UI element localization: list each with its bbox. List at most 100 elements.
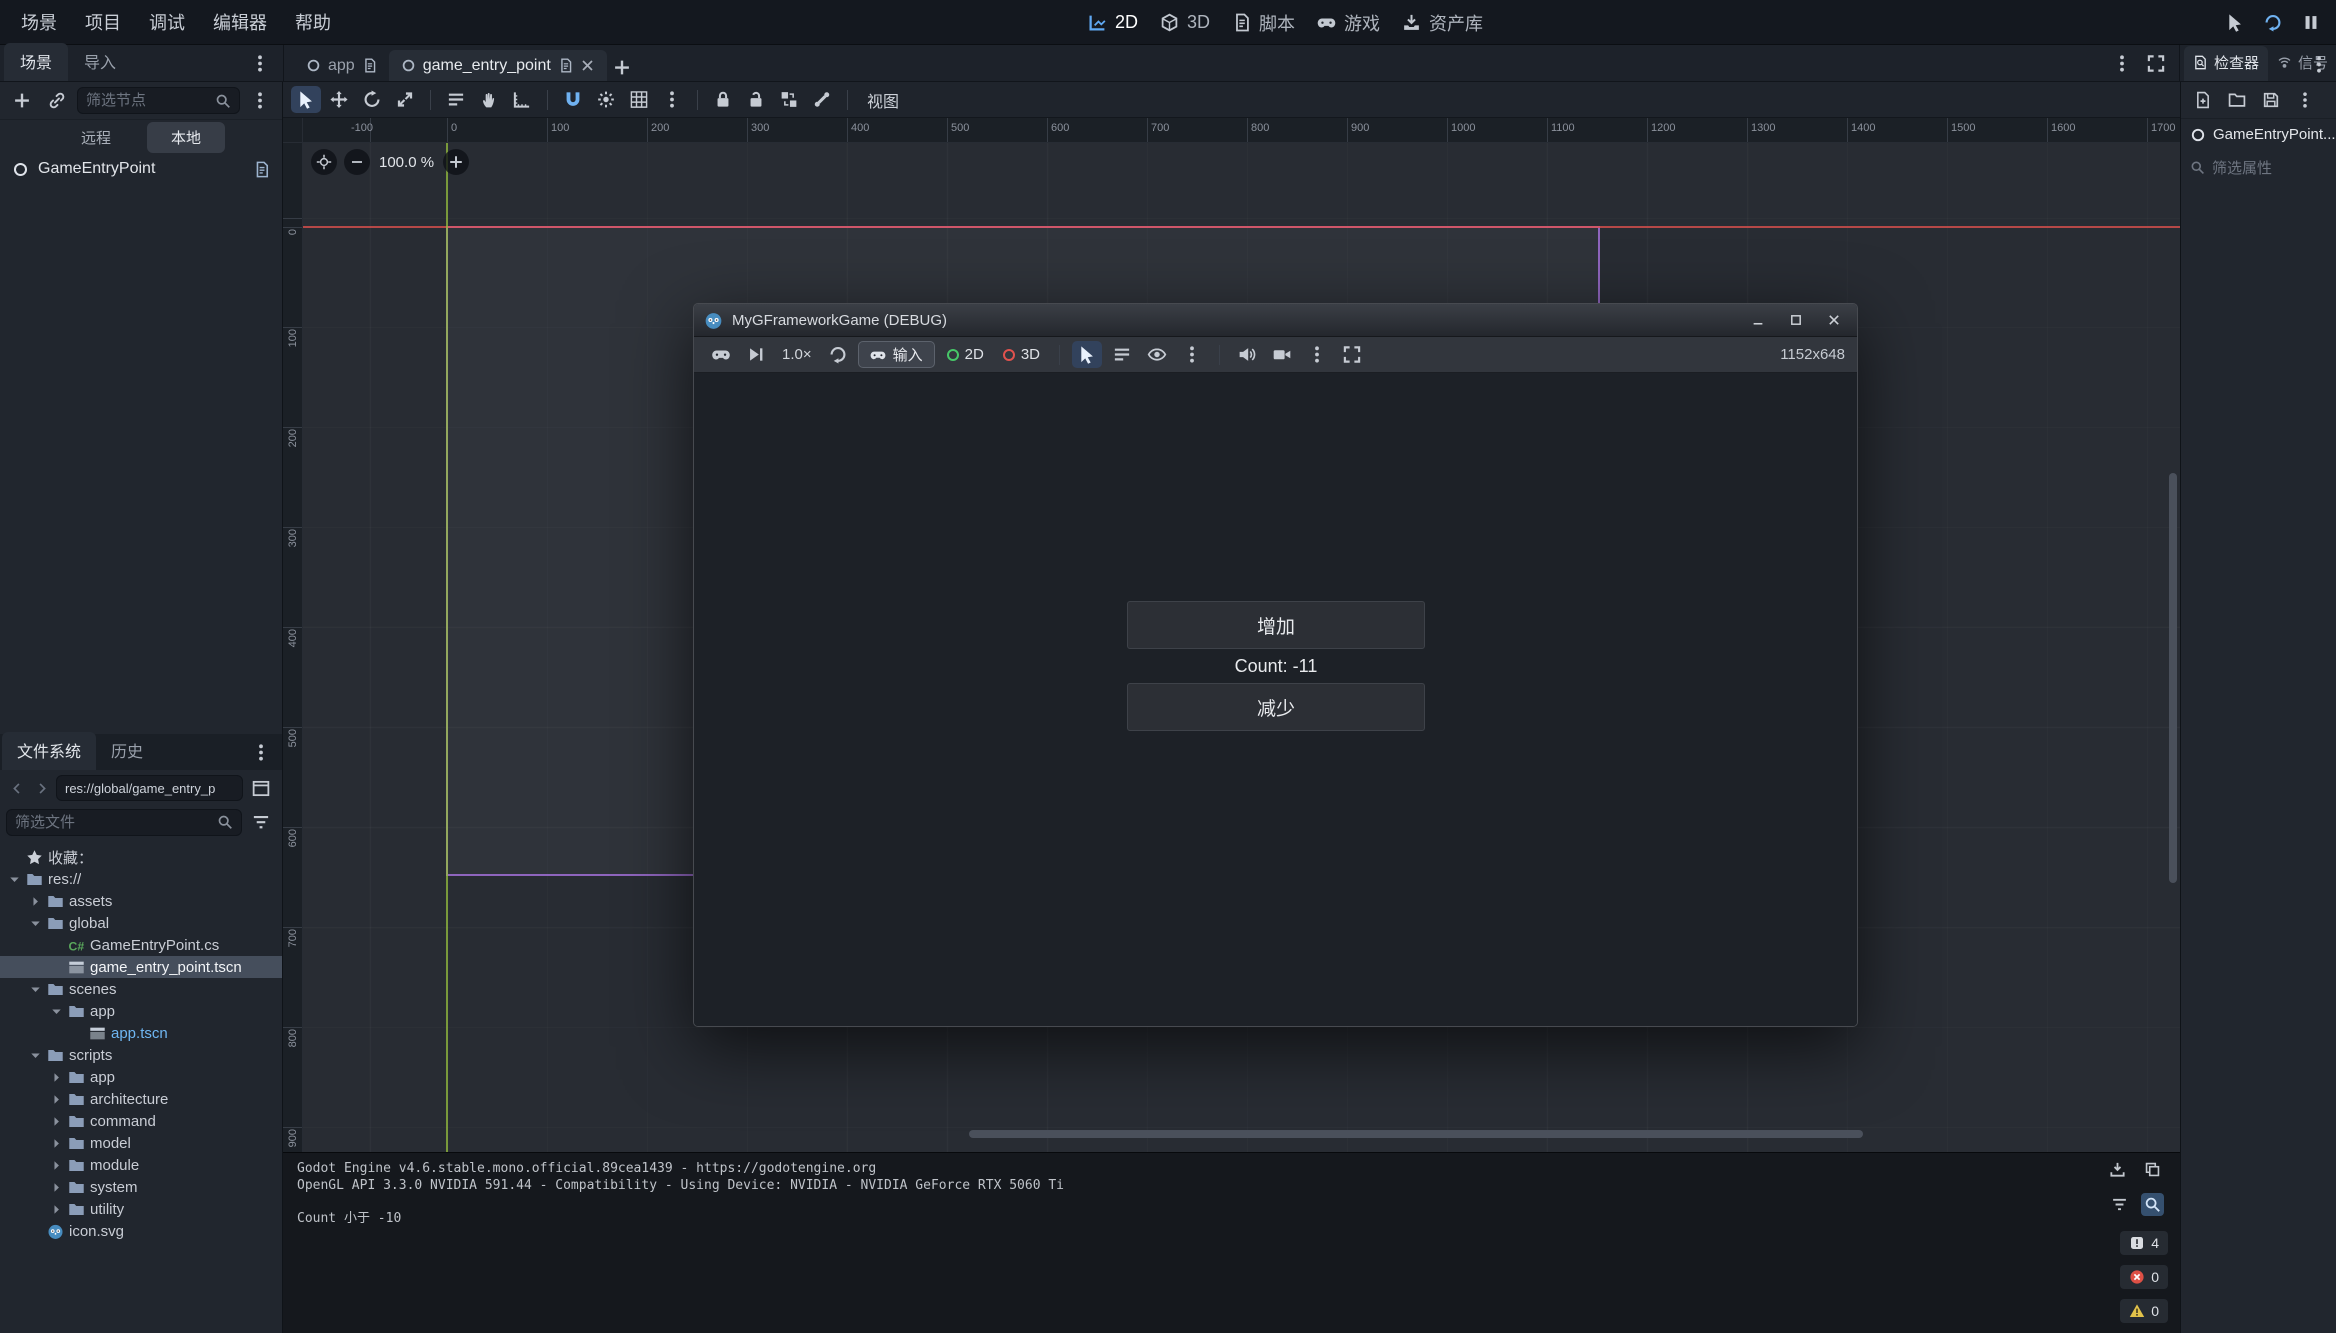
mode_3d-radio[interactable]: 3D bbox=[996, 346, 1047, 363]
zoom-in-button[interactable] bbox=[443, 149, 469, 175]
scene-tree-node[interactable]: GameEntryPoint bbox=[0, 154, 282, 184]
file-tree-item[interactable]: app bbox=[0, 1000, 282, 1022]
gear-button[interactable] bbox=[591, 86, 621, 113]
minimize-button[interactable] bbox=[1745, 309, 1771, 331]
chevron-down-icon[interactable] bbox=[50, 1005, 63, 1018]
increase-button[interactable]: 增加 bbox=[1127, 601, 1425, 649]
scale-button[interactable] bbox=[390, 86, 420, 113]
view-menu-button[interactable]: 视图 bbox=[855, 84, 911, 116]
reload-game-button[interactable] bbox=[2258, 9, 2288, 36]
file-sort-icon[interactable] bbox=[246, 809, 276, 836]
list-select-button[interactable] bbox=[1107, 341, 1137, 368]
viewport-horizontal-scrollbar[interactable] bbox=[969, 1130, 1863, 1138]
menu-scene[interactable]: 场景 bbox=[8, 4, 70, 40]
history-forward-icon[interactable] bbox=[31, 775, 53, 802]
file-tree-item[interactable]: res:// bbox=[0, 868, 282, 890]
speed-label[interactable]: 1.0× bbox=[776, 346, 818, 363]
file-tree-item[interactable]: scripts bbox=[0, 1044, 282, 1066]
scene-tabs-menu-icon[interactable] bbox=[2107, 50, 2137, 77]
chevron-down-icon[interactable] bbox=[29, 1049, 42, 1062]
select-button[interactable] bbox=[1072, 341, 1102, 368]
menu-editor[interactable]: 编辑器 bbox=[200, 4, 280, 40]
filter-files-field[interactable] bbox=[6, 809, 242, 836]
history-back-icon[interactable] bbox=[6, 775, 28, 802]
close-icon[interactable] bbox=[580, 58, 595, 73]
chevron-down-icon[interactable] bbox=[29, 917, 42, 930]
file-tree-item[interactable]: scenes bbox=[0, 978, 282, 1000]
current-path-input[interactable] bbox=[56, 775, 243, 801]
dock-tab-filesystem[interactable]: 文件系统 bbox=[2, 732, 96, 770]
file-tree-item[interactable]: C#GameEntryPoint.cs bbox=[0, 934, 282, 956]
chevron-right-icon[interactable] bbox=[29, 895, 42, 908]
filter-properties-field[interactable]: 筛选属性 bbox=[2181, 150, 2336, 185]
workspace-2d[interactable]: 2D bbox=[1088, 12, 1138, 33]
window-titlebar[interactable]: MyGFrameworkGame (DEBUG) bbox=[694, 304, 1857, 337]
skeleton-button[interactable] bbox=[807, 86, 837, 113]
search-output-icon[interactable] bbox=[2141, 1193, 2164, 1216]
grid-button[interactable] bbox=[624, 86, 654, 113]
chevron-down-icon[interactable] bbox=[29, 983, 42, 996]
speaker-button[interactable] bbox=[1232, 341, 1262, 368]
inspector-menu-button[interactable] bbox=[2291, 87, 2319, 113]
messages-badge[interactable]: 4 bbox=[2120, 1231, 2168, 1255]
save-resource-button[interactable] bbox=[2257, 87, 2285, 113]
joypad-button[interactable] bbox=[706, 341, 736, 368]
file-tree-item[interactable]: model bbox=[0, 1132, 282, 1154]
left-dock-menu-icon[interactable] bbox=[245, 50, 275, 77]
pick-node-button[interactable] bbox=[2220, 9, 2250, 36]
menu-help[interactable]: 帮助 bbox=[282, 4, 344, 40]
scene-tab-game_entry_point[interactable]: game_entry_point bbox=[389, 50, 607, 81]
dock-tab-inspector[interactable]: 检查器 bbox=[2184, 46, 2268, 81]
dots-button[interactable] bbox=[1177, 341, 1207, 368]
workspace-3d[interactable]: 3D bbox=[1160, 12, 1210, 33]
file-tree-item[interactable]: game_entry_point.tscn bbox=[0, 956, 282, 978]
next-frame-button[interactable] bbox=[741, 341, 771, 368]
warnings-badge[interactable]: 0 bbox=[2120, 1299, 2168, 1323]
copy-output-icon[interactable] bbox=[2141, 1158, 2164, 1181]
file-tree-item[interactable]: icon.svg bbox=[0, 1220, 282, 1242]
group-button[interactable] bbox=[774, 86, 804, 113]
dock-tab-import-dock[interactable]: 导入 bbox=[68, 43, 132, 81]
zoom-out-button[interactable] bbox=[344, 149, 370, 175]
maximize-button[interactable] bbox=[1783, 309, 1809, 331]
center-view-icon[interactable] bbox=[311, 149, 337, 175]
filter-files-input[interactable] bbox=[15, 814, 211, 831]
list-select-button[interactable] bbox=[441, 86, 471, 113]
rotate-button[interactable] bbox=[357, 86, 387, 113]
right-dock-menu-icon[interactable] bbox=[2304, 51, 2334, 78]
fullscreen-button[interactable] bbox=[1337, 341, 1367, 368]
dots-button[interactable] bbox=[657, 86, 687, 113]
file-tree-item[interactable]: architecture bbox=[0, 1088, 282, 1110]
scene-dock-menu-button[interactable] bbox=[245, 87, 275, 114]
distraction-free-icon[interactable] bbox=[2141, 50, 2171, 77]
viewport-vertical-scrollbar[interactable] bbox=[2169, 473, 2177, 883]
camera-button[interactable] bbox=[1267, 341, 1297, 368]
lock-button[interactable] bbox=[708, 86, 738, 113]
select-button[interactable] bbox=[291, 86, 321, 113]
scene-tab-app[interactable]: app bbox=[294, 50, 389, 81]
load-resource-button[interactable] bbox=[2223, 87, 2251, 113]
menu-debug[interactable]: 调试 bbox=[136, 4, 198, 40]
dots-button[interactable] bbox=[1302, 341, 1332, 368]
new-resource-button[interactable] bbox=[2189, 87, 2217, 113]
eye-button[interactable] bbox=[1142, 341, 1172, 368]
file-tree-item[interactable]: utility bbox=[0, 1198, 282, 1220]
file-tree-item[interactable]: command bbox=[0, 1110, 282, 1132]
chevron-right-icon[interactable] bbox=[50, 1137, 63, 1150]
unlock-button[interactable] bbox=[741, 86, 771, 113]
file-tree-item[interactable]: module bbox=[0, 1154, 282, 1176]
ruler-tool-button[interactable] bbox=[507, 86, 537, 113]
input_toggle-toggle[interactable]: 输入 bbox=[858, 341, 935, 368]
errors-badge[interactable]: 0 bbox=[2120, 1265, 2168, 1289]
magnet-button[interactable] bbox=[558, 86, 588, 113]
workspace-assetlib[interactable]: 资产库 bbox=[1402, 10, 1483, 36]
workspace-script[interactable]: 脚本 bbox=[1232, 10, 1295, 36]
chevron-right-icon[interactable] bbox=[50, 1115, 63, 1128]
chevron-right-icon[interactable] bbox=[50, 1071, 63, 1084]
open-script-icon[interactable] bbox=[253, 161, 270, 178]
chevron-right-icon[interactable] bbox=[50, 1093, 63, 1106]
file-tree-item[interactable]: assets bbox=[0, 890, 282, 912]
dock-tab-history[interactable]: 历史 bbox=[96, 732, 158, 770]
dock-tab-scene-dock[interactable]: 场景 bbox=[4, 43, 68, 81]
split-filesystem-icon[interactable] bbox=[246, 775, 276, 802]
